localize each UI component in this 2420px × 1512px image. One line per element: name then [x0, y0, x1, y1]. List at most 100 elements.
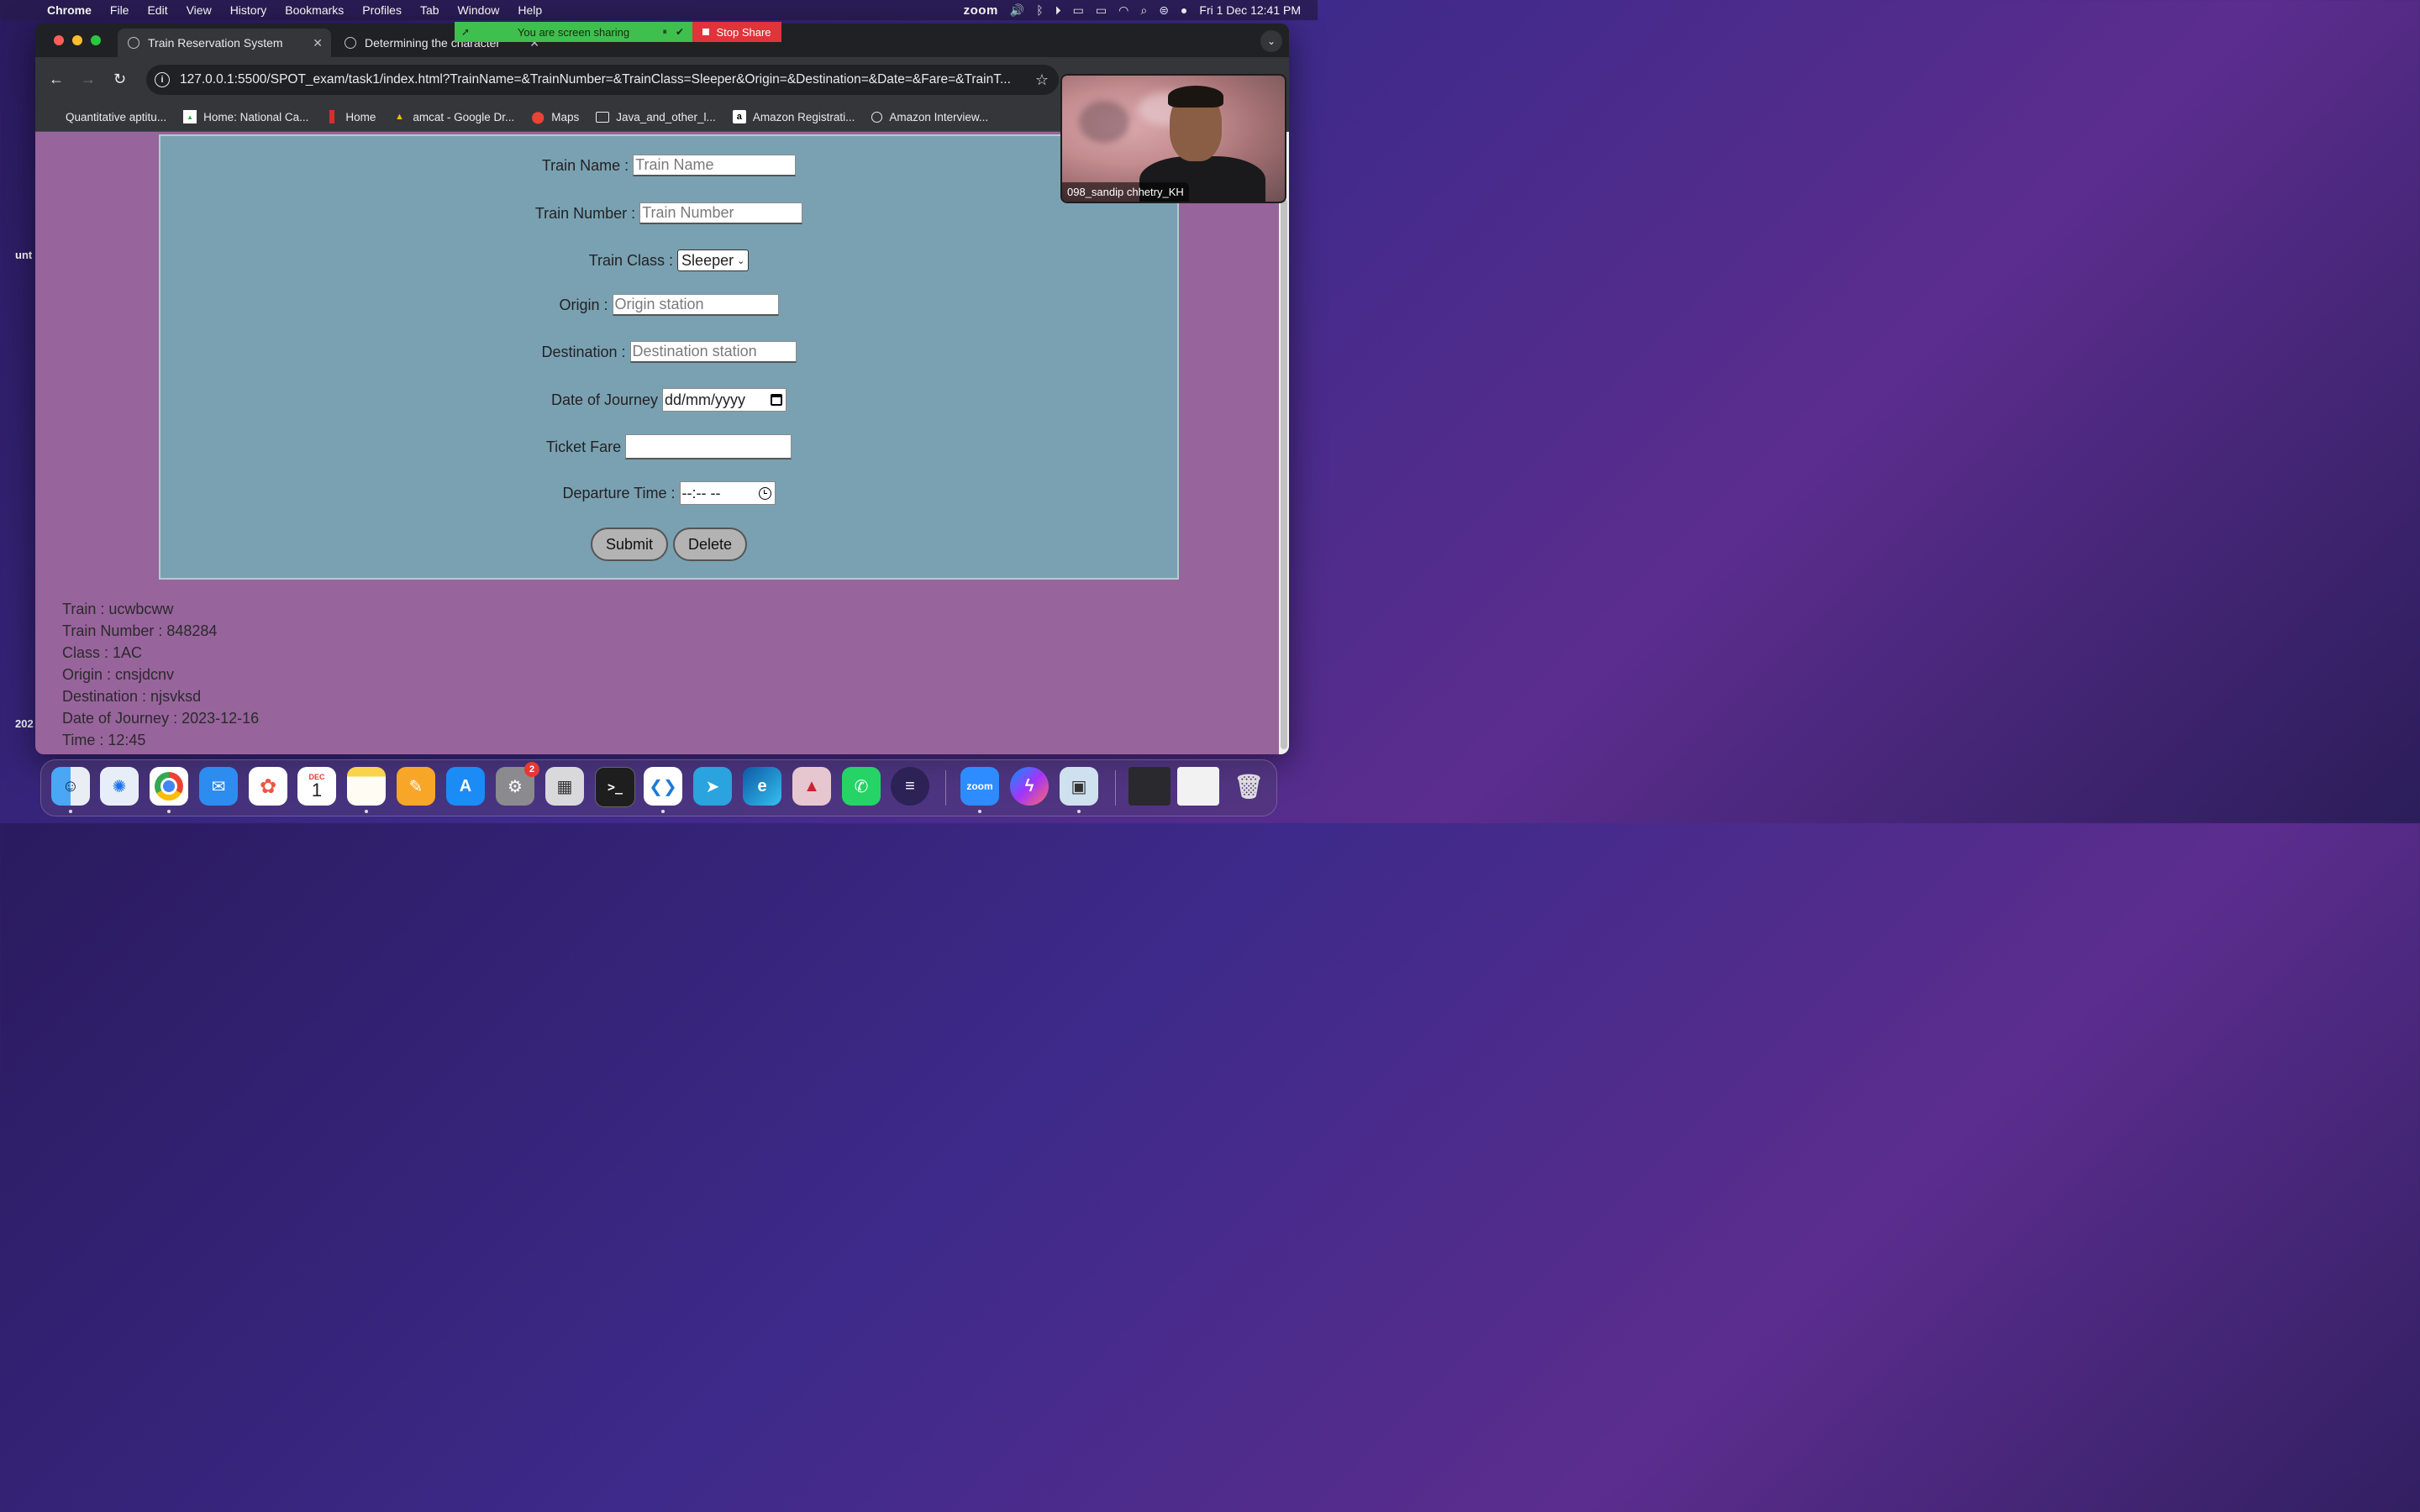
bookmark-label: Amazon Interview...	[889, 110, 989, 123]
menu-bookmarks[interactable]: Bookmarks	[285, 3, 344, 17]
close-tab-icon[interactable]: ✕	[313, 36, 323, 50]
menu-profiles[interactable]: Profiles	[362, 3, 402, 17]
wifi-icon[interactable]: ◠	[1118, 3, 1128, 18]
submit-button[interactable]: Submit	[591, 528, 668, 561]
train-class-label: Train Class :	[588, 251, 674, 269]
chrome-app-icon[interactable]	[150, 767, 188, 806]
destination-label: Destination :	[541, 343, 626, 360]
delete-button[interactable]: Delete	[673, 528, 747, 561]
menu-file[interactable]: File	[110, 3, 129, 17]
destination-input[interactable]	[629, 341, 797, 363]
bookmark-star-icon[interactable]: ☆	[1035, 71, 1049, 89]
vscode-app-icon[interactable]: ❮❯	[644, 767, 682, 806]
origin-input[interactable]	[612, 294, 779, 316]
edge-app-icon[interactable]: e	[743, 767, 781, 806]
finder-app-icon[interactable]: ☺	[51, 767, 90, 806]
bluetooth-icon[interactable]: ᛒ	[1036, 3, 1043, 17]
app-store-icon[interactable]: A	[446, 767, 485, 806]
eclipse-app-icon[interactable]: ≡	[891, 767, 929, 806]
messenger-app-icon[interactable]: ϟ	[1010, 767, 1049, 806]
zoom-menu-extra[interactable]: zoom	[964, 3, 998, 18]
scrollbar-thumb[interactable]	[1281, 199, 1287, 749]
recent-window-thumbnail[interactable]	[1128, 767, 1171, 806]
stop-share-button[interactable]: Stop Share	[692, 22, 781, 42]
system-settings-icon[interactable]: ⚙ 2	[496, 762, 539, 806]
chevron-down-icon[interactable]: ⌄	[1260, 30, 1282, 52]
calculator-app-icon[interactable]: ▦	[545, 767, 584, 806]
terminal-app-icon[interactable]: >_	[595, 767, 635, 807]
siri-icon[interactable]: ●	[1181, 3, 1187, 17]
menu-help[interactable]: Help	[518, 3, 542, 17]
spotlight-icon[interactable]: ⌕	[1140, 3, 1147, 18]
bookmark-label: Quantitative aptitu...	[66, 110, 167, 123]
desktop-item-label[interactable]: unt	[15, 249, 32, 261]
date-input[interactable]: dd/mm/yyyy	[662, 388, 787, 412]
whatsapp-app-icon[interactable]: ✆	[842, 767, 881, 806]
recent-document-thumbnail[interactable]	[1177, 767, 1219, 806]
shield-icon[interactable]: ✔	[676, 26, 684, 38]
trash-icon[interactable]: 🗑	[1229, 767, 1268, 806]
screen-mirror-icon[interactable]: ▭	[1073, 3, 1084, 18]
pages-app-icon[interactable]: ✎	[397, 767, 435, 806]
menu-datetime[interactable]: Fri 1 Dec 12:41 PM	[1199, 3, 1301, 17]
menu-tab[interactable]: Tab	[420, 3, 439, 17]
fare-input[interactable]	[625, 434, 792, 459]
mail-app-icon[interactable]: ✉	[199, 767, 238, 806]
zoom-app-icon[interactable]: zoom	[960, 767, 999, 806]
close-window-button[interactable]	[54, 35, 64, 45]
bookmark-item[interactable]: ▲ Home: National Ca...	[183, 110, 308, 123]
bookmark-item[interactable]: a Amazon Registrati...	[732, 110, 855, 123]
bookmark-label: amcat - Google Dr...	[413, 110, 515, 123]
menu-history[interactable]: History	[230, 3, 267, 17]
scrollbar-track[interactable]	[1279, 132, 1289, 754]
google-drive-icon: ▲	[394, 112, 404, 122]
url-text[interactable]: 127.0.0.1:5500/SPOT_exam/task1/index.htm…	[180, 72, 1025, 87]
bookmark-label: Home	[345, 110, 376, 123]
notes-app-icon[interactable]	[347, 767, 386, 806]
tab-train-reservation[interactable]: Train Reservation System ✕	[118, 29, 331, 57]
calendar-app-icon[interactable]: DEC 1	[297, 767, 336, 806]
train-class-select[interactable]: Sleeper ⌄	[677, 249, 750, 271]
bookmark-item[interactable]: Java_and_other_l...	[596, 111, 716, 123]
menu-view[interactable]: View	[187, 3, 212, 17]
favicon-icon: ▲	[183, 110, 197, 123]
calendar-icon[interactable]	[771, 394, 783, 406]
bookmark-item[interactable]: ▲ amcat - Google Dr...	[392, 110, 514, 123]
minimize-window-button[interactable]	[72, 35, 82, 45]
affinity-app-icon[interactable]: ▲	[792, 767, 831, 806]
participant-name: 098_sandip chhetry_KH	[1062, 182, 1189, 202]
safari-app-icon[interactable]: ✺	[100, 767, 139, 806]
desktop-item-label[interactable]: 202	[15, 717, 34, 730]
info-icon[interactable]: i	[155, 72, 170, 87]
menu-edit[interactable]: Edit	[147, 3, 167, 17]
back-arrow-icon[interactable]: ←	[49, 71, 64, 88]
menu-window[interactable]: Window	[458, 3, 500, 17]
folder-icon	[596, 111, 610, 123]
train-number-input[interactable]	[639, 202, 803, 224]
departure-time-input[interactable]: --:-- --	[679, 481, 776, 505]
control-center-icon[interactable]: ⊜	[1159, 3, 1169, 18]
forward-arrow-icon[interactable]: →	[81, 71, 96, 88]
globe-icon	[345, 37, 356, 49]
photos-app-icon[interactable]: ✿	[249, 767, 287, 806]
departure-row: Departure Time : --:-- --	[160, 481, 1177, 505]
preview-app-icon[interactable]: ▣	[1060, 767, 1098, 806]
address-bar[interactable]: i 127.0.0.1:5500/SPOT_exam/task1/index.h…	[146, 65, 1059, 95]
sharing-status[interactable]: ➚ You are screen sharing ⏸ ✔	[455, 22, 692, 42]
clock-icon[interactable]	[758, 486, 771, 500]
maximize-window-button[interactable]	[91, 35, 101, 45]
bookmark-item[interactable]: ⬤ Maps	[531, 110, 579, 123]
menu-app-chrome[interactable]: Chrome	[47, 3, 92, 17]
participant-video[interactable]: 098_sandip chhetry_KH	[1060, 74, 1286, 203]
record-number: Train Number : 848284	[62, 622, 218, 639]
pause-share-icon[interactable]: ⏸	[663, 27, 668, 38]
play-icon[interactable]: ⏵	[1055, 3, 1061, 18]
bookmark-item[interactable]: Quantitative aptitu...	[66, 111, 166, 123]
bookmark-item[interactable]: Amazon Interview...	[871, 111, 988, 123]
volume-icon[interactable]: 🔊	[1010, 3, 1024, 18]
reload-icon[interactable]: ↻	[113, 71, 126, 88]
train-name-input[interactable]	[633, 155, 797, 176]
battery-icon[interactable]: ▭	[1096, 3, 1107, 18]
bookmark-item[interactable]: Home	[325, 110, 376, 123]
telegram-app-icon[interactable]: ➤	[693, 767, 732, 806]
